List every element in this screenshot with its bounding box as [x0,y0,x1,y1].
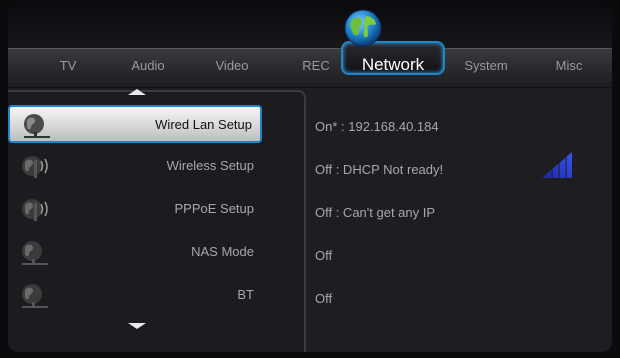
wired-lan-icon [24,114,50,138]
tab-misc[interactable]: Misc [556,58,583,73]
network-globe-icon [22,241,48,265]
menu-item-bt[interactable]: BT [8,277,262,315]
scroll-down-arrow-icon[interactable] [128,323,146,329]
network-globe-icon [344,9,382,47]
scroll-up-arrow-icon[interactable] [128,89,146,95]
tab-video[interactable]: Video [215,58,248,73]
tab-tv[interactable]: TV [60,58,77,73]
menu-item-nas-mode[interactable]: NAS Mode [8,234,262,272]
menu-item-wired-lan-setup[interactable]: Wired Lan Setup [8,105,262,143]
menu-item-pppoe-setup[interactable]: PPPoE Setup [8,191,262,229]
wireless-icon [22,156,48,178]
signal-strength-icon [542,152,572,178]
wireless-status: Off : DHCP Not ready! [315,162,444,177]
tab-rec[interactable]: REC [302,58,329,73]
wireless-icon [22,199,48,221]
menu-item-label: NAS Mode [191,244,254,259]
menu-item-label: Wired Lan Setup [155,117,252,132]
nas-mode-status: Off [315,248,333,263]
tab-system[interactable]: System [464,58,507,73]
menu-item-wireless-setup[interactable]: Wireless Setup [8,148,262,186]
tab-audio[interactable]: Audio [131,58,164,73]
menu-item-label: BT [237,287,254,302]
menu-item-label: Wireless Setup [166,158,254,173]
pppoe-status: Off : Can't get any IP [315,205,436,220]
top-band [8,6,612,48]
menu-item-label: PPPoE Setup [174,201,255,216]
bt-status: Off [315,291,333,306]
wired-lan-status: On* : 192.168.40.184 [315,119,439,134]
network-globe-icon [22,284,48,308]
